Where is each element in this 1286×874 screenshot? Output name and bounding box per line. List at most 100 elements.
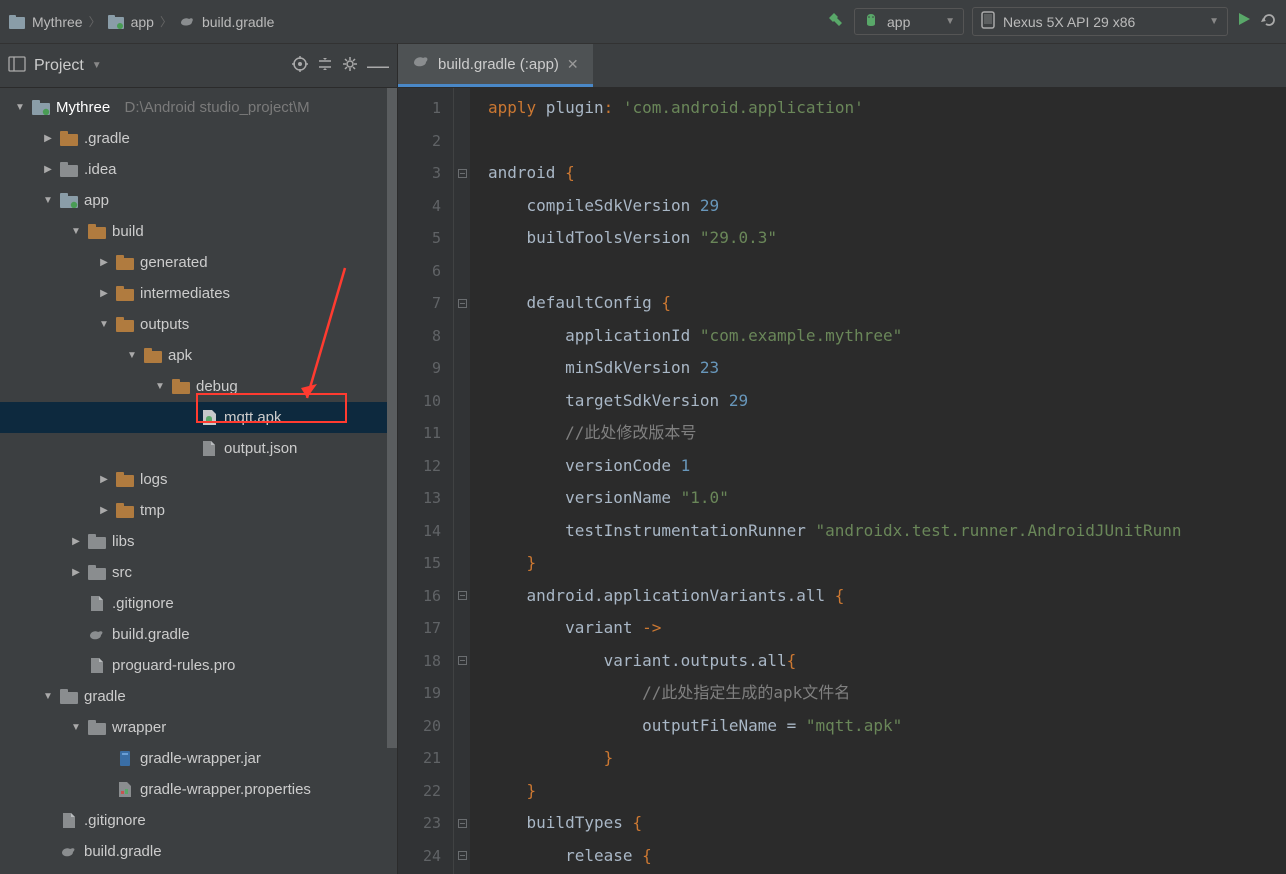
tree-arrow-icon[interactable]: ▶ xyxy=(42,164,54,175)
code-line[interactable]: minSdkVersion 23 xyxy=(488,352,1182,385)
tree-item[interactable]: ▼app xyxy=(0,185,397,216)
tree-item[interactable]: proguard-rules.pro xyxy=(0,650,397,681)
tree-arrow-icon[interactable]: ▶ xyxy=(70,536,82,547)
code-line[interactable] xyxy=(488,255,1182,288)
tree-item[interactable]: ▶tmp xyxy=(0,495,397,526)
close-tab-icon[interactable]: ✕ xyxy=(567,56,579,73)
fold-marker[interactable] xyxy=(454,612,470,645)
line-number[interactable]: 8 xyxy=(398,320,441,353)
code-line[interactable]: apply plugin: 'com.android.application' xyxy=(488,92,1182,125)
code-line[interactable]: versionCode 1 xyxy=(488,450,1182,483)
tree-item[interactable]: ▶generated xyxy=(0,247,397,278)
breadcrumb[interactable]: Mythree 〉 app 〉 build.gradle xyxy=(8,13,274,30)
build-icon[interactable] xyxy=(826,10,846,33)
tree-arrow-icon[interactable]: ▶ xyxy=(98,257,110,268)
code-line[interactable] xyxy=(488,125,1182,158)
code-line[interactable]: compileSdkVersion 29 xyxy=(488,190,1182,223)
line-number[interactable]: 23 xyxy=(398,807,441,840)
fold-marker[interactable] xyxy=(454,190,470,223)
tree-arrow-icon[interactable]: ▶ xyxy=(42,133,54,144)
fold-marker[interactable] xyxy=(454,677,470,710)
tree-item[interactable]: gradle-wrapper.jar xyxy=(0,743,397,774)
code-area[interactable]: apply plugin: 'com.android.application' a… xyxy=(470,88,1182,874)
tree-item[interactable]: ▶logs xyxy=(0,464,397,495)
line-number[interactable]: 5 xyxy=(398,222,441,255)
tree-arrow-icon[interactable]: ▼ xyxy=(70,722,82,733)
line-number[interactable]: 20 xyxy=(398,710,441,743)
tree-item[interactable]: .gitignore xyxy=(0,588,397,619)
line-number[interactable]: 13 xyxy=(398,482,441,515)
tree-item[interactable]: ▼debug xyxy=(0,371,397,402)
apply-changes-button[interactable] xyxy=(1260,11,1278,32)
fold-marker[interactable] xyxy=(454,287,470,320)
tree-arrow-icon[interactable]: ▼ xyxy=(126,350,138,361)
tree-item[interactable]: .gitignore xyxy=(0,805,397,836)
code-line[interactable]: android { xyxy=(488,157,1182,190)
line-number[interactable]: 14 xyxy=(398,515,441,548)
code-line[interactable]: android.applicationVariants.all { xyxy=(488,580,1182,613)
tree-item[interactable]: ▶intermediates xyxy=(0,278,397,309)
line-number[interactable]: 9 xyxy=(398,352,441,385)
run-button[interactable] xyxy=(1236,11,1252,32)
code-line[interactable]: testInstrumentationRunner "androidx.test… xyxy=(488,515,1182,548)
tree-arrow-icon[interactable]: ▼ xyxy=(154,381,166,392)
project-tree[interactable]: ▼Mythree D:\Android studio_project\M▶.gr… xyxy=(0,88,398,874)
gear-icon[interactable] xyxy=(341,55,359,76)
breadcrumb-item[interactable]: Mythree xyxy=(8,14,83,30)
code-line[interactable]: buildToolsVersion "29.0.3" xyxy=(488,222,1182,255)
code-line[interactable]: variant -> xyxy=(488,612,1182,645)
tree-item[interactable]: output.json xyxy=(0,433,397,464)
tree-item[interactable]: ▶src xyxy=(0,557,397,588)
tree-arrow-icon[interactable]: ▼ xyxy=(98,319,110,330)
code-line[interactable]: defaultConfig { xyxy=(488,287,1182,320)
fold-marker[interactable] xyxy=(454,645,470,678)
line-number[interactable]: 19 xyxy=(398,677,441,710)
code-line[interactable]: targetSdkVersion 29 xyxy=(488,385,1182,418)
fold-marker[interactable] xyxy=(454,125,470,158)
hide-panel-icon[interactable]: — xyxy=(367,61,389,71)
line-number[interactable]: 21 xyxy=(398,742,441,775)
line-number[interactable]: 12 xyxy=(398,450,441,483)
line-number[interactable]: 10 xyxy=(398,385,441,418)
code-line[interactable]: } xyxy=(488,775,1182,808)
tree-arrow-icon[interactable]: ▼ xyxy=(70,226,82,237)
tree-item[interactable]: ▶libs xyxy=(0,526,397,557)
fold-marker[interactable] xyxy=(454,385,470,418)
collapse-all-icon[interactable] xyxy=(317,56,333,75)
tree-item[interactable]: build.gradle xyxy=(0,836,397,867)
line-number[interactable]: 18 xyxy=(398,645,441,678)
tree-arrow-icon[interactable]: ▼ xyxy=(42,691,54,702)
fold-marker[interactable] xyxy=(454,92,470,125)
code-line[interactable]: release { xyxy=(488,840,1182,873)
line-number[interactable]: 1 xyxy=(398,92,441,125)
tree-arrow-icon[interactable]: ▶ xyxy=(70,567,82,578)
code-line[interactable]: variant.outputs.all{ xyxy=(488,645,1182,678)
chevron-down-icon[interactable]: ▼ xyxy=(92,60,102,71)
line-number[interactable]: 3 xyxy=(398,157,441,190)
project-panel-title[interactable]: Project xyxy=(34,57,84,75)
tree-arrow-icon[interactable]: ▶ xyxy=(98,474,110,485)
code-line[interactable]: buildTypes { xyxy=(488,807,1182,840)
fold-marker[interactable] xyxy=(454,580,470,613)
fold-marker[interactable] xyxy=(454,320,470,353)
tree-arrow-icon[interactable]: ▶ xyxy=(98,288,110,299)
fold-marker[interactable] xyxy=(454,482,470,515)
fold-marker[interactable] xyxy=(454,417,470,450)
fold-gutter[interactable] xyxy=(454,88,470,874)
line-number[interactable]: 4 xyxy=(398,190,441,223)
line-number[interactable]: 22 xyxy=(398,775,441,808)
tree-item[interactable]: ▼apk xyxy=(0,340,397,371)
tree-item[interactable]: build.gradle xyxy=(0,619,397,650)
fold-marker[interactable] xyxy=(454,840,470,873)
fold-marker[interactable] xyxy=(454,515,470,548)
fold-marker[interactable] xyxy=(454,450,470,483)
line-number[interactable]: 24 xyxy=(398,840,441,873)
fold-marker[interactable] xyxy=(454,255,470,288)
fold-marker[interactable] xyxy=(454,547,470,580)
code-line[interactable]: versionName "1.0" xyxy=(488,482,1182,515)
line-number[interactable]: 11 xyxy=(398,417,441,450)
tree-item[interactable]: mqtt.apk xyxy=(0,402,397,433)
tree-arrow-icon[interactable]: ▼ xyxy=(14,102,26,113)
line-number[interactable]: 7 xyxy=(398,287,441,320)
code-line[interactable]: applicationId "com.example.mythree" xyxy=(488,320,1182,353)
